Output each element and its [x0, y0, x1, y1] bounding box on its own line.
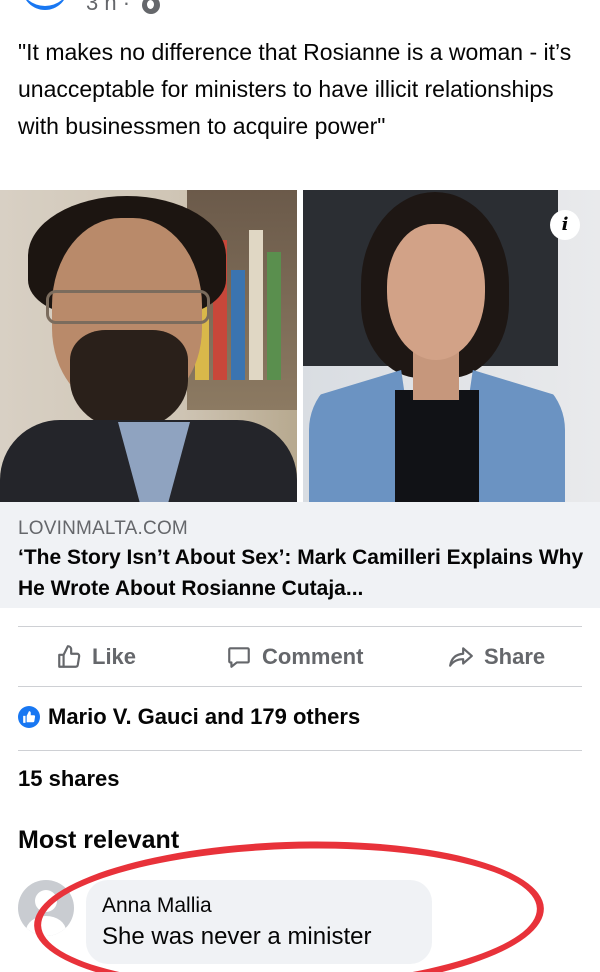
- reactions-text: Mario V. Gauci and 179 others: [48, 704, 361, 729]
- like-reaction-icon: [18, 706, 40, 728]
- comment-author[interactable]: Anna Mallia: [102, 892, 416, 920]
- post-header: 3 h ·: [0, 0, 600, 20]
- globe-icon: [142, 0, 160, 14]
- comment-button[interactable]: Comment: [226, 640, 363, 674]
- divider: [18, 686, 582, 687]
- speech-bubble-icon: [228, 647, 250, 668]
- shares-count[interactable]: 15 shares: [18, 766, 120, 792]
- link-title: ‘The Story Isn’t About Sex’: Mark Camill…: [18, 546, 584, 600]
- link-preview-image[interactable]: i: [0, 190, 600, 502]
- post-text: "It makes no difference that Rosianne is…: [18, 39, 572, 139]
- link-domain: LOVINMALTA.COM: [18, 518, 188, 539]
- like-label: Like: [92, 644, 137, 669]
- reactions-summary[interactable]: Mario V. Gauci and 179 others: [18, 700, 360, 734]
- post-timestamp[interactable]: 3 h ·: [86, 0, 130, 16]
- comment-bubble[interactable]: Anna Mallia She was never a minister: [86, 880, 432, 964]
- photo-woman: i: [303, 190, 600, 502]
- share-label: Share: [484, 644, 546, 669]
- like-button[interactable]: Like: [56, 640, 136, 674]
- photo-man: [0, 190, 297, 502]
- comment-label: Comment: [262, 644, 364, 669]
- share-arrow-icon: [449, 647, 473, 667]
- thumbs-up-icon: [58, 645, 81, 668]
- link-preview-caption[interactable]: LOVINMALTA.COM ‘The Story Isn’t About Se…: [0, 502, 600, 608]
- comment-sort-selector[interactable]: Most relevant: [18, 826, 179, 855]
- page-avatar[interactable]: [22, 0, 68, 10]
- commenter-avatar[interactable]: [18, 880, 74, 936]
- action-bar: Like Comment Share: [0, 628, 600, 684]
- comment-text: She was never a minister: [102, 923, 372, 950]
- divider: [18, 626, 582, 627]
- info-icon[interactable]: i: [550, 210, 580, 240]
- share-button[interactable]: Share: [448, 640, 545, 674]
- divider: [18, 750, 582, 751]
